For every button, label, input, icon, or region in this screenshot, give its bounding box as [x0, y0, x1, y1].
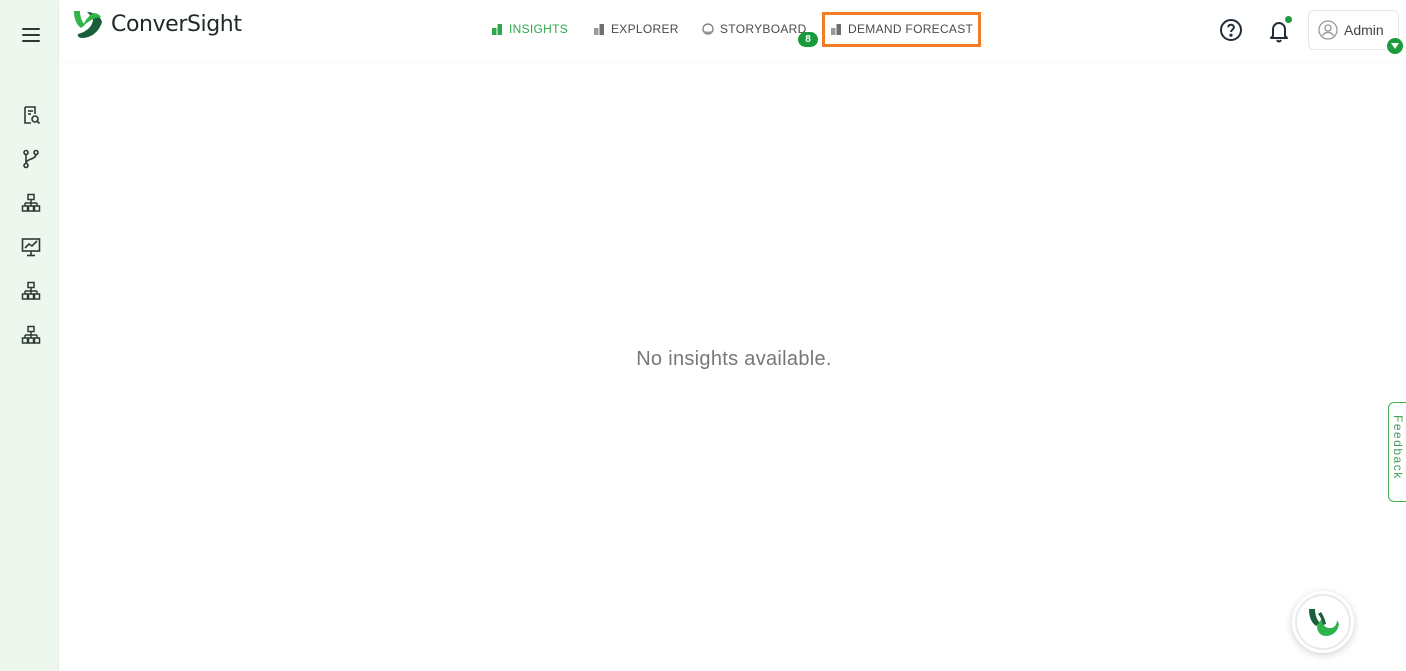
chat-button-ring: [1295, 594, 1351, 650]
bar-chart-icon: [492, 23, 502, 35]
sidebar: [0, 0, 59, 671]
tab-insights[interactable]: INSIGHTS: [492, 18, 568, 40]
hierarchy-icon[interactable]: [20, 324, 42, 346]
feedback-label: Feedback: [1391, 415, 1405, 480]
globe-icon: [702, 23, 714, 35]
chevron-down-icon[interactable]: [1387, 38, 1403, 54]
brand-name: ConverSight: [111, 11, 242, 37]
presentation-chart-icon[interactable]: [20, 236, 42, 258]
hierarchy-icon[interactable]: [20, 280, 42, 302]
hamburger-menu-icon[interactable]: [20, 24, 42, 46]
feedback-tab[interactable]: Feedback: [1388, 402, 1406, 502]
chat-assistant-button[interactable]: [1292, 591, 1354, 653]
brand-logo[interactable]: ConverSight: [71, 7, 242, 41]
branch-icon[interactable]: [20, 148, 42, 170]
tab-insights-label: INSIGHTS: [509, 22, 569, 36]
tab-storyboard[interactable]: STORYBOARD: [702, 18, 807, 40]
bell-icon[interactable]: [1268, 19, 1290, 48]
tab-storyboard-label: STORYBOARD: [720, 22, 807, 36]
notification-dot: [1285, 16, 1292, 23]
conversight-logo-icon: [74, 11, 102, 38]
bar-chart-icon: [594, 23, 604, 35]
empty-state-message: No insights available.: [636, 348, 832, 370]
tab-explorer[interactable]: EXPLORER: [594, 18, 679, 40]
tab-explorer-label: EXPLORER: [611, 22, 679, 36]
hierarchy-icon[interactable]: [20, 192, 42, 214]
user-menu-button[interactable]: Admin: [1308, 10, 1399, 50]
user-avatar-icon: [1318, 20, 1338, 40]
user-name-label: Admin: [1344, 22, 1384, 38]
help-circle-icon[interactable]: [1219, 18, 1243, 47]
demand-forecast-highlight: [822, 12, 981, 47]
storyboard-count-badge: 8: [798, 32, 818, 47]
report-search-icon[interactable]: [20, 104, 42, 126]
